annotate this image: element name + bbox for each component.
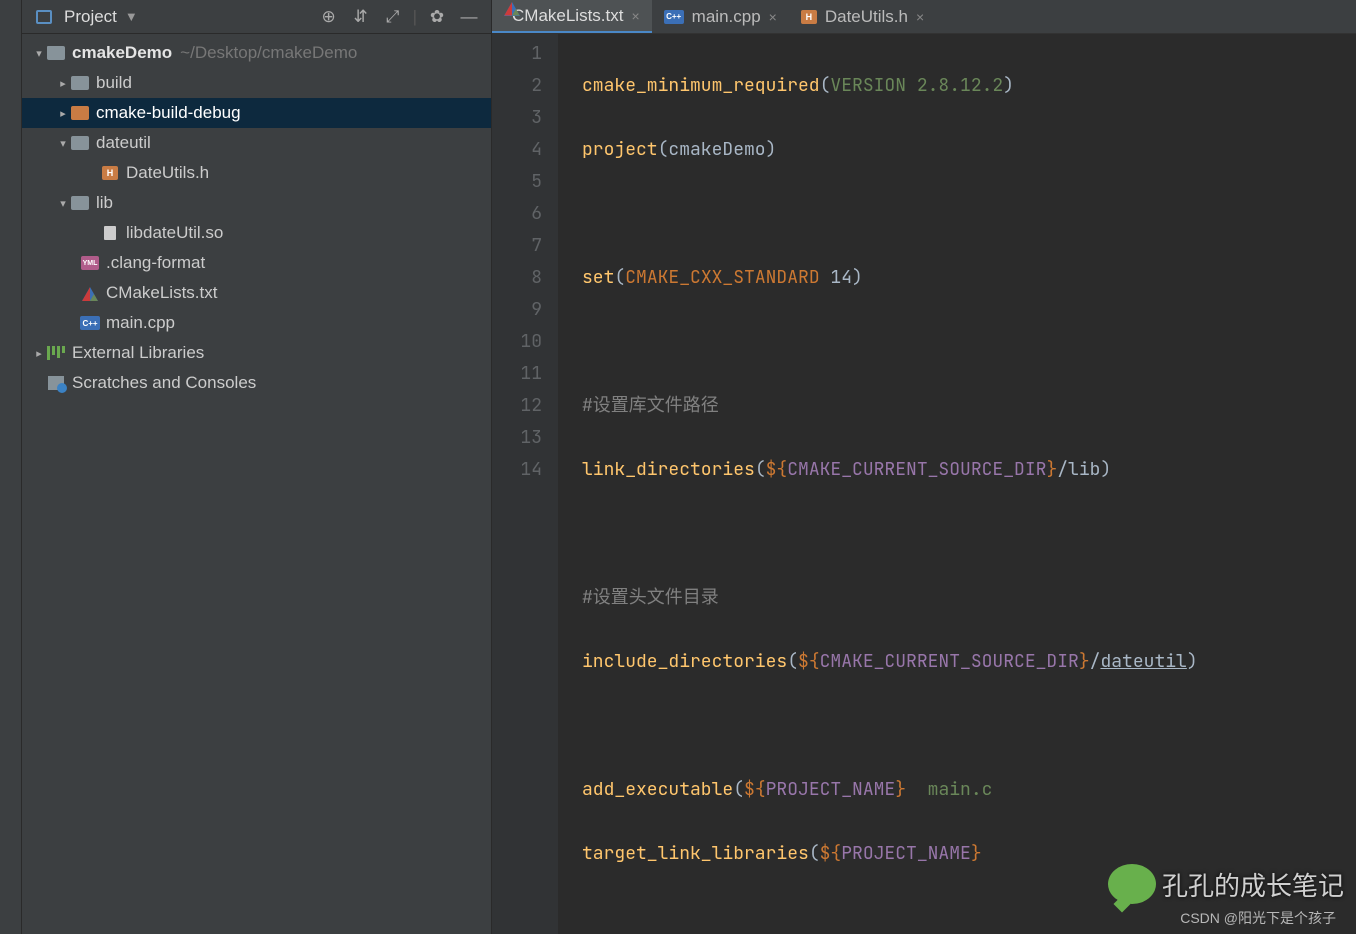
tab-label: DateUtils.h <box>825 7 908 27</box>
locate-icon[interactable]: ⊕ <box>317 5 341 29</box>
close-icon[interactable]: × <box>769 9 777 25</box>
line-gutter: 123 456 789 101112 1314 <box>492 34 558 934</box>
tree-label: main.cpp <box>106 313 175 333</box>
left-tool-strip[interactable] <box>0 0 22 934</box>
chevron-right-icon: ▸ <box>56 77 70 90</box>
folder-icon <box>70 103 90 123</box>
editor-area: CMakeLists.txt × C++ main.cpp × H DateUt… <box>492 0 1356 934</box>
tree-label: External Libraries <box>72 343 204 363</box>
chevron-right-icon: ▸ <box>32 347 46 360</box>
cmake-file-icon <box>80 283 100 303</box>
tree-label: libdateUtil.so <box>126 223 223 243</box>
libraries-icon <box>46 343 66 363</box>
tree-label: cmakeDemo <box>72 43 172 63</box>
tree-folder-lib[interactable]: ▾ lib <box>22 188 491 218</box>
tree-root[interactable]: ▾ cmakeDemo ~/Desktop/cmakeDemo <box>22 38 491 68</box>
binary-file-icon <box>100 223 120 243</box>
tree-folder-cmake-build-debug[interactable]: ▸ cmake-build-debug <box>22 98 491 128</box>
close-icon[interactable]: × <box>916 9 924 25</box>
code-editor[interactable]: 123 456 789 101112 1314 cmake_minimum_re… <box>492 34 1356 934</box>
chevron-down-icon: ▾ <box>56 197 70 210</box>
tree-label: dateutil <box>96 133 151 153</box>
cpp-file-icon: C++ <box>664 10 684 24</box>
tree-file-clang-format[interactable]: YML .clang-format <box>22 248 491 278</box>
tree-external-libraries[interactable]: ▸ External Libraries <box>22 338 491 368</box>
tree-folder-dateutil[interactable]: ▾ dateutil <box>22 128 491 158</box>
project-toolbar: Project ▼ ⊕ ⇵ ⤢ | ✿ — <box>22 0 491 34</box>
cpp-file-icon: C++ <box>80 313 100 333</box>
editor-tabs: CMakeLists.txt × C++ main.cpp × H DateUt… <box>492 0 1356 34</box>
folder-icon <box>46 43 66 63</box>
tree-label: cmake-build-debug <box>96 103 241 123</box>
folder-icon <box>70 73 90 93</box>
hide-icon[interactable]: — <box>457 5 481 29</box>
folder-icon <box>70 193 90 213</box>
header-file-icon: H <box>100 163 120 183</box>
tree-label: Scratches and Consoles <box>72 373 256 393</box>
project-tree: ▾ cmakeDemo ~/Desktop/cmakeDemo ▸ build … <box>22 34 491 934</box>
chevron-down-icon: ▾ <box>32 47 46 60</box>
header-file-icon: H <box>801 10 817 24</box>
project-title[interactable]: Project <box>64 7 117 27</box>
tree-label: DateUtils.h <box>126 163 209 183</box>
settings-icon[interactable]: ✿ <box>425 5 449 29</box>
folder-icon <box>70 133 90 153</box>
tree-scratches[interactable]: Scratches and Consoles <box>22 368 491 398</box>
chevron-down-icon: ▾ <box>56 137 70 150</box>
collapse-icon[interactable]: ⤢ <box>381 5 405 29</box>
tab-main-cpp[interactable]: C++ main.cpp × <box>652 0 789 33</box>
tree-path: ~/Desktop/cmakeDemo <box>180 43 357 63</box>
tree-label: lib <box>96 193 113 213</box>
tree-file-so[interactable]: libdateUtil.so <box>22 218 491 248</box>
tree-folder-build[interactable]: ▸ build <box>22 68 491 98</box>
scratches-icon <box>46 373 66 393</box>
close-icon[interactable]: × <box>631 8 639 24</box>
tree-label: CMakeLists.txt <box>106 283 217 303</box>
chevron-right-icon: ▸ <box>56 107 70 120</box>
expand-all-icon[interactable]: ⇵ <box>349 5 373 29</box>
tree-file-cmakelists[interactable]: CMakeLists.txt <box>22 278 491 308</box>
chevron-down-icon[interactable]: ▼ <box>125 9 138 24</box>
tree-file-dateutils-h[interactable]: H DateUtils.h <box>22 158 491 188</box>
tab-cmakelists[interactable]: CMakeLists.txt × <box>492 0 652 33</box>
project-view-icon[interactable] <box>32 5 56 29</box>
tab-label: main.cpp <box>692 7 761 27</box>
project-panel: Project ▼ ⊕ ⇵ ⤢ | ✿ — ▾ cmakeDemo ~/Desk… <box>22 0 492 934</box>
code-content[interactable]: cmake_minimum_required(VERSION 2.8.12.2)… <box>558 34 1356 934</box>
tree-label: build <box>96 73 132 93</box>
tree-label: .clang-format <box>106 253 205 273</box>
yaml-file-icon: YML <box>80 253 100 273</box>
tab-label: CMakeLists.txt <box>512 6 623 26</box>
tree-file-main-cpp[interactable]: C++ main.cpp <box>22 308 491 338</box>
tab-dateutils-h[interactable]: H DateUtils.h × <box>789 0 936 33</box>
